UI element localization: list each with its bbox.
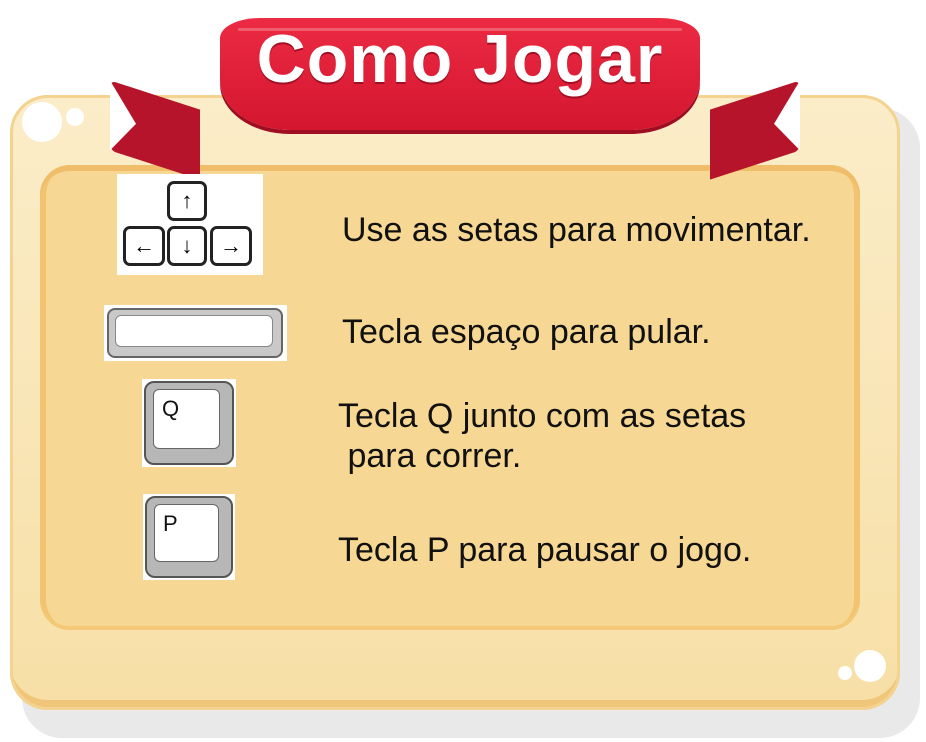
decorative-bubble-small	[66, 108, 84, 126]
arrow-left-key: ←	[123, 226, 165, 266]
arrow-up-key: ↑	[167, 181, 207, 221]
decorative-bubble-large	[854, 650, 886, 682]
q-key-graphic: Q	[142, 379, 236, 467]
instruction-space: Tecla espaço para pular.	[342, 313, 711, 351]
decorative-bubble-large	[22, 102, 62, 142]
spacebar-graphic	[104, 305, 287, 361]
instruction-arrows: Use as setas para movimentar.	[342, 211, 811, 249]
arrow-right-key: →	[210, 226, 252, 266]
page-title: Como Jogar	[256, 21, 664, 97]
q-key: Q	[144, 381, 234, 465]
p-key-graphic: P	[143, 494, 235, 580]
arrow-keys-graphic: ↑ ← ↓ →	[117, 174, 263, 275]
spacebar-key	[107, 308, 283, 358]
decorative-bubble-small	[838, 666, 852, 680]
instruction-run: Tecla Q junto com as setas para correr.	[338, 397, 747, 475]
instruction-pause: Tecla P para pausar o jogo.	[338, 531, 752, 569]
p-key: P	[145, 496, 233, 578]
arrow-down-key: ↓	[167, 226, 207, 266]
